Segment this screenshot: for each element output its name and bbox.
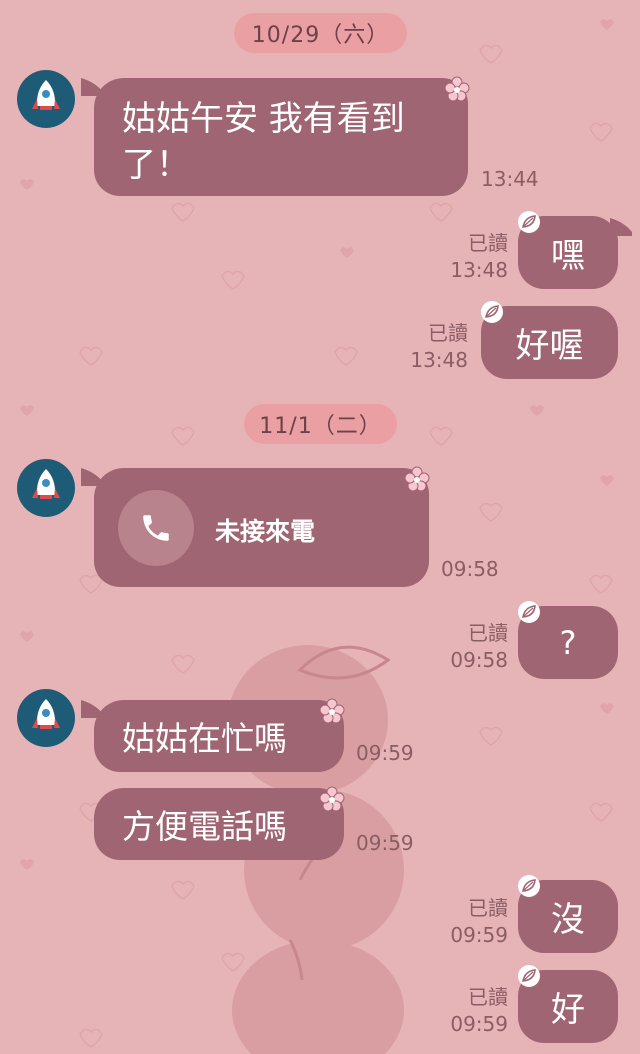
date-label: 10/29（六）	[251, 23, 390, 48]
message-text: 好	[551, 990, 585, 1030]
read-receipt: 已讀	[428, 321, 468, 345]
leaf-icon	[518, 601, 540, 623]
message-time: 13:48	[450, 258, 508, 282]
avatar[interactable]	[17, 689, 75, 747]
phone-icon	[143, 515, 169, 541]
message-text: 姑姑午安 我有看到	[122, 99, 405, 139]
avatar[interactable]	[17, 459, 75, 517]
call-icon-button	[118, 490, 194, 566]
missed-call-bubble[interactable]: 未接來電	[94, 468, 429, 587]
message-time: 09:59	[450, 1012, 508, 1036]
leaf-icon	[518, 965, 540, 987]
date-label: 11/1（二）	[259, 414, 382, 439]
leaf-icon	[518, 211, 540, 233]
message-time: 13:44	[481, 167, 539, 191]
flower-icon	[319, 698, 345, 724]
message-text: ?	[559, 623, 577, 662]
avatar[interactable]	[17, 70, 75, 128]
message-time: 09:58	[441, 557, 499, 581]
leaf-icon	[518, 875, 540, 897]
date-separator: 10/29（六）	[234, 13, 407, 53]
rocket-icon	[32, 699, 60, 729]
date-separator: 11/1（二）	[244, 404, 397, 444]
message-text: 沒	[551, 900, 585, 940]
leaf-icon	[481, 301, 503, 323]
message-time: 09:59	[450, 923, 508, 947]
message-text: 姑姑在忙嗎	[122, 719, 287, 758]
read-receipt: 已讀	[468, 985, 508, 1009]
rocket-icon	[32, 80, 60, 110]
flower-icon	[404, 466, 430, 492]
message-time: 13:48	[410, 348, 468, 372]
rocket-icon	[32, 469, 60, 499]
flower-icon	[319, 786, 345, 812]
bubble-tail	[610, 218, 632, 236]
read-receipt: 已讀	[468, 896, 508, 920]
message-bubble[interactable]: 方便電話嗎	[94, 788, 344, 860]
message-text: 了！	[122, 145, 190, 185]
read-receipt: 已讀	[468, 621, 508, 645]
message-text: 好喔	[515, 326, 584, 366]
message-time: 09:58	[450, 648, 508, 672]
message-time: 09:59	[356, 741, 414, 765]
read-receipt: 已讀	[468, 231, 508, 255]
message-text: 方便電話嗎	[122, 807, 287, 846]
missed-call-label: 未接來電	[215, 517, 316, 546]
message-bubble[interactable]: 姑姑午安 我有看到 了！	[94, 78, 468, 196]
message-bubble[interactable]: 姑姑在忙嗎	[94, 700, 344, 772]
message-time: 09:59	[356, 831, 414, 855]
message-text: 嘿	[551, 236, 585, 276]
flower-icon	[444, 76, 470, 102]
